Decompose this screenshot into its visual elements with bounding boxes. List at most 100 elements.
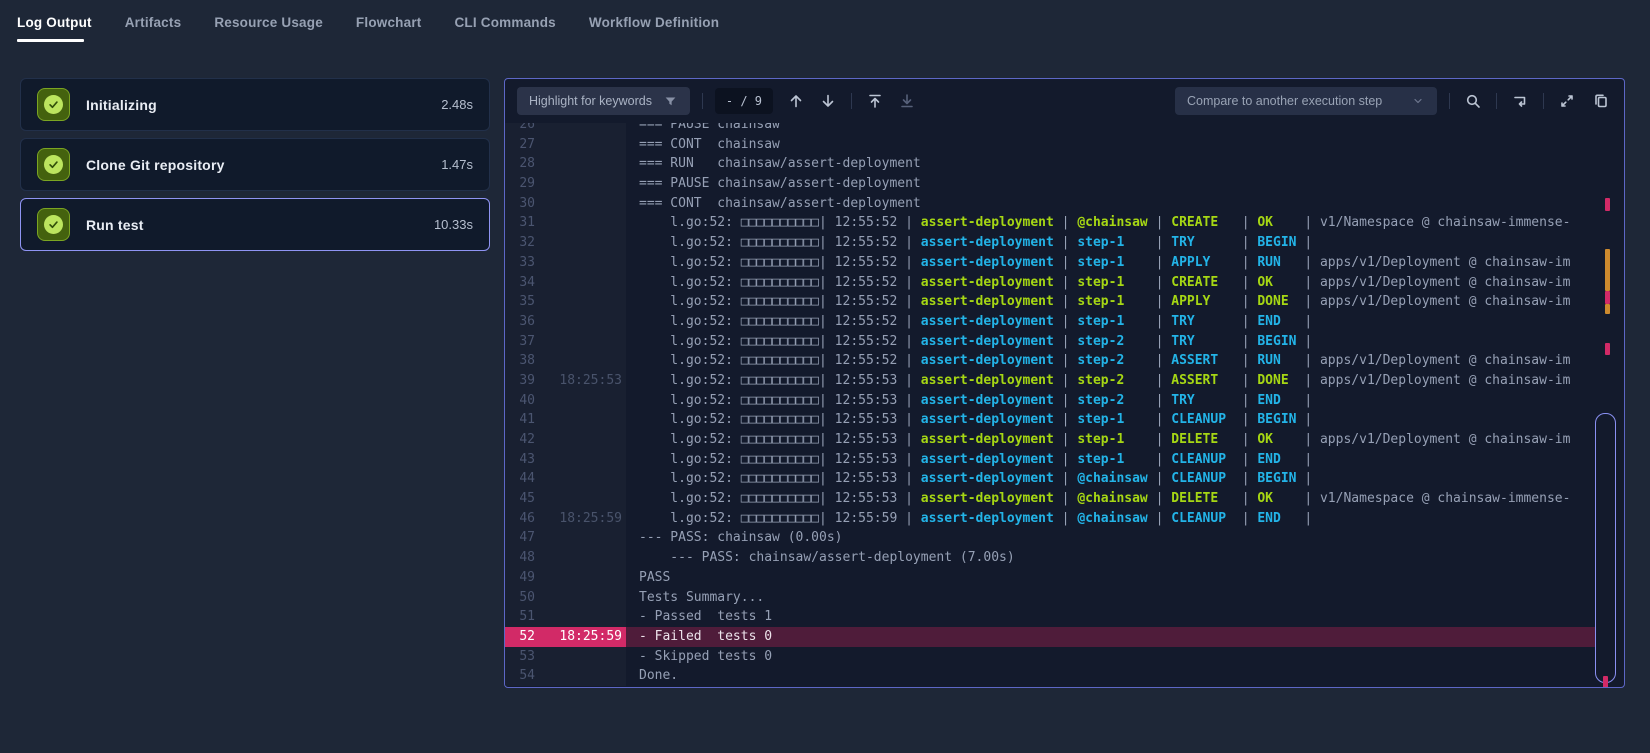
step-duration: 10.33s — [434, 217, 473, 232]
log-row: 54Done. — [505, 666, 1624, 686]
log-row: 49 PASS — [505, 568, 1624, 588]
tab-resource-usage[interactable]: Resource Usage — [214, 0, 323, 44]
step-status-success-icon — [37, 208, 70, 241]
step-card-initializing[interactable]: Initializing2.48s — [20, 78, 490, 131]
line-number: 53 — [505, 647, 535, 667]
line-content: l.go:52: □□□□□□□□□□| 12:55:53 | assert-d… — [626, 450, 1595, 470]
toolbar-divider — [702, 93, 703, 109]
line-content: l.go:52: □□□□□□□□□□| 12:55:52 | assert-d… — [626, 312, 1595, 332]
log-row: 33 l.go:52: □□□□□□□□□□| 12:55:52 | asser… — [505, 253, 1624, 273]
line-content: === PAUSE chainsaw/assert-deployment — [626, 174, 1595, 194]
line-content: l.go:52: □□□□□□□□□□| 12:55:53 | assert-d… — [626, 391, 1595, 411]
line-timestamp — [535, 213, 626, 233]
line-content: PASS — [626, 568, 1595, 588]
log-scrollbar[interactable] — [1595, 123, 1617, 687]
log-row: 53 - Skipped tests 0 — [505, 647, 1624, 667]
line-content: === CONT chainsaw/assert-deployment — [626, 194, 1595, 214]
line-number: 33 — [505, 253, 535, 273]
line-number: 30 — [505, 194, 535, 214]
scrollbar-pink-mark — [1605, 343, 1610, 355]
line-timestamp — [535, 312, 626, 332]
compare-step-select[interactable]: Compare to another execution step — [1175, 87, 1437, 115]
line-number: 35 — [505, 292, 535, 312]
log-row: 32 l.go:52: □□□□□□□□□□| 12:55:52 | asser… — [505, 233, 1624, 253]
log-viewport[interactable]: 26=== PAUSE chainsaw27=== CONT chainsaw2… — [505, 123, 1624, 687]
step-status-success-icon — [37, 148, 70, 181]
log-row: 29 === PAUSE chainsaw/assert-deployment — [505, 174, 1624, 194]
line-content: === PAUSE chainsaw — [626, 123, 1595, 135]
line-timestamp — [535, 391, 626, 411]
active-tab-underline — [17, 39, 84, 42]
line-content: l.go:52: □□□□□□□□□□| 12:55:53 | assert-d… — [626, 430, 1595, 450]
line-number: 40 — [505, 391, 535, 411]
line-content: l.go:52: □□□□□□□□□□| 12:55:52 | assert-d… — [626, 273, 1595, 293]
tab-flowchart[interactable]: Flowchart — [356, 0, 422, 44]
tab-label: Workflow Definition — [589, 15, 719, 30]
line-content: l.go:52: □□□□□□□□□□| 12:55:53 | assert-d… — [626, 371, 1595, 391]
log-output-panel: Highlight for keywords - / 9 — [504, 78, 1625, 688]
line-number: 44 — [505, 469, 535, 489]
line-timestamp: 18:25:59 — [535, 627, 626, 647]
line-content: l.go:52: □□□□□□□□□□| 12:55:52 | assert-d… — [626, 332, 1595, 352]
step-label: Run test — [86, 217, 144, 233]
line-content: - Skipped tests 0 — [626, 647, 1595, 667]
toolbar-divider — [1496, 93, 1497, 109]
scrollbar-thumb[interactable] — [1595, 413, 1616, 683]
line-number: 34 — [505, 273, 535, 293]
line-number: 54 — [505, 666, 535, 686]
line-timestamp — [535, 469, 626, 489]
step-label: Clone Git repository — [86, 157, 225, 173]
scrollbar-orange-mark — [1605, 304, 1610, 314]
wrap-lines-icon[interactable] — [1509, 90, 1531, 112]
step-card-run-test[interactable]: Run test 10.33s — [20, 198, 490, 251]
scroll-to-top-button[interactable] — [864, 90, 886, 112]
line-timestamp — [535, 588, 626, 608]
log-row: 44 l.go:52: □□□□□□□□□□| 12:55:53 | asser… — [505, 469, 1624, 489]
line-number: 29 — [505, 174, 535, 194]
toolbar-divider — [1543, 93, 1544, 109]
log-row: 26=== PAUSE chainsaw — [505, 123, 1624, 135]
log-lines: 26=== PAUSE chainsaw27=== CONT chainsaw2… — [505, 123, 1624, 686]
line-timestamp — [535, 548, 626, 568]
main-content: Initializing2.48s Clone Git repository 1.4… — [20, 78, 1625, 688]
toolbar-divider — [851, 93, 852, 109]
log-row: 40 l.go:52: □□□□□□□□□□| 12:55:53 | asser… — [505, 391, 1624, 411]
line-content: === CONT chainsaw — [626, 135, 1595, 155]
step-duration: 1.47s — [441, 157, 473, 172]
copy-logs-icon[interactable] — [1590, 90, 1612, 112]
line-number: 49 — [505, 568, 535, 588]
line-timestamp — [535, 253, 626, 273]
highlight-keywords-dropdown[interactable]: Highlight for keywords — [517, 87, 690, 115]
line-timestamp — [535, 528, 626, 548]
step-duration: 2.48s — [441, 97, 473, 112]
line-timestamp: 18:25:53 — [535, 371, 626, 391]
line-timestamp — [535, 450, 626, 470]
log-row: 50Tests Summary... — [505, 588, 1624, 608]
line-content: l.go:52: □□□□□□□□□□| 12:55:53 | assert-d… — [626, 410, 1595, 430]
line-timestamp — [535, 233, 626, 253]
scroll-to-bottom-button[interactable] — [896, 90, 918, 112]
search-icon[interactable] — [1462, 90, 1484, 112]
tab-label: Flowchart — [356, 15, 422, 30]
chevron-down-icon — [1411, 94, 1425, 108]
tab-label: Log Output — [17, 15, 92, 30]
log-row: 3918:25:53 l.go:52: □□□□□□□□□□| 12:55:53… — [505, 371, 1624, 391]
check-circle-icon — [44, 215, 63, 234]
line-number: 43 — [505, 450, 535, 470]
next-match-button[interactable] — [817, 90, 839, 112]
tab-artifacts[interactable]: Artifacts — [125, 0, 182, 44]
log-row: 41 l.go:52: □□□□□□□□□□| 12:55:53 | asser… — [505, 410, 1624, 430]
line-timestamp — [535, 292, 626, 312]
expand-fullscreen-icon[interactable] — [1556, 90, 1578, 112]
compare-step-label: Compare to another execution step — [1187, 94, 1382, 108]
previous-match-button[interactable] — [785, 90, 807, 112]
line-timestamp — [535, 273, 626, 293]
log-toolbar-left: Highlight for keywords - / 9 — [517, 87, 918, 115]
log-row: 34 l.go:52: □□□□□□□□□□| 12:55:52 | asser… — [505, 273, 1624, 293]
step-card-clone-git-repository[interactable]: Clone Git repository 1.47s — [20, 138, 490, 191]
tab-log-output[interactable]: Log Output — [17, 0, 92, 44]
log-row: 42 l.go:52: □□□□□□□□□□| 12:55:53 | asser… — [505, 430, 1624, 450]
tab-workflow-definition[interactable]: Workflow Definition — [589, 0, 719, 44]
tab-cli-commands[interactable]: CLI Commands — [454, 0, 555, 44]
line-timestamp — [535, 430, 626, 450]
